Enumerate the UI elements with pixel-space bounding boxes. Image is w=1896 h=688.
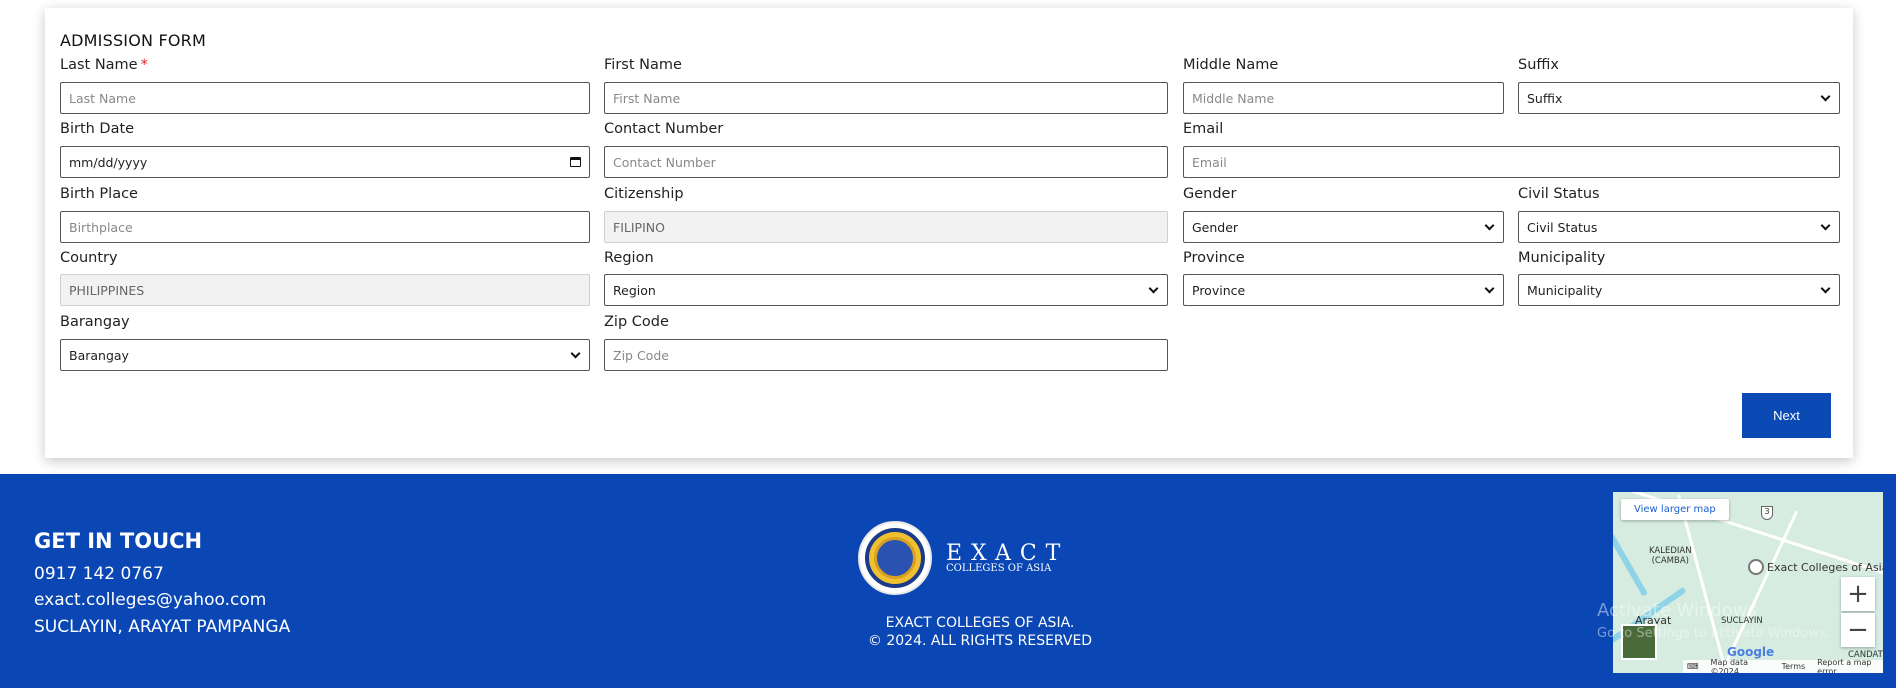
citizenship-input: FILIPINO <box>604 211 1168 243</box>
map-place-kaledian: KALEDIAN (CAMBA) <box>1649 546 1692 566</box>
municipality-select[interactable]: Municipality <box>1518 274 1840 306</box>
chevron-down-icon <box>1484 283 1495 293</box>
keyboard-icon[interactable]: ⌨ <box>1687 662 1699 671</box>
suffix-label: Suffix <box>1518 57 1559 73</box>
next-button[interactable]: Next <box>1742 393 1831 438</box>
middle-name-label: Middle Name <box>1183 57 1279 73</box>
first-name-input[interactable]: First Name <box>604 82 1168 114</box>
activate-windows-title: Activate Windows <box>1597 600 1757 621</box>
municipality-label: Municipality <box>1518 250 1606 266</box>
copyright-line-2: © 2024. ALL RIGHTS RESERVED <box>867 633 1093 649</box>
embedded-map[interactable]: View larger map 3 KALEDIAN (CAMBA) Exact… <box>1613 492 1883 673</box>
last-name-label: Last Name * <box>60 57 148 73</box>
footer-phone: 0917 142 0767 <box>34 564 164 584</box>
footer <box>0 474 1896 688</box>
suffix-select[interactable]: Suffix <box>1518 82 1840 114</box>
location-pin-icon[interactable] <box>1748 559 1764 575</box>
municipality-selected: Municipality <box>1527 282 1603 298</box>
logo-subtitle: COLLEGES OF ASIA <box>946 563 1052 574</box>
chevron-down-icon <box>1820 91 1831 101</box>
required-mark: * <box>140 57 148 73</box>
birth-place-label: Birth Place <box>60 186 138 202</box>
region-select[interactable]: Region <box>604 274 1168 306</box>
map-place-exact: Exact Colleges of Asia <box>1767 561 1883 574</box>
map-report-link[interactable]: Report a map error <box>1817 658 1883 674</box>
last-name-input[interactable]: Last Name <box>60 82 590 114</box>
first-name-label: First Name <box>604 57 682 73</box>
suffix-selected: Suffix <box>1527 90 1563 106</box>
view-larger-map-link[interactable]: View larger map <box>1621 499 1729 520</box>
get-in-touch-heading: GET IN TOUCH <box>34 529 203 553</box>
province-label: Province <box>1183 250 1245 266</box>
map-attribution: ⌨ Map data ©2024 Terms Report a map erro… <box>1683 657 1883 674</box>
chevron-down-icon <box>1820 283 1831 293</box>
civil-status-selected: Civil Status <box>1527 219 1598 235</box>
copyright-line-1: EXACT COLLEGES OF ASIA. <box>885 615 1075 631</box>
country-label: Country <box>60 250 118 266</box>
footer-email[interactable]: exact.colleges@yahoo.com <box>34 590 266 610</box>
middle-name-input[interactable]: Middle Name <box>1183 82 1504 114</box>
gender-selected: Gender <box>1192 219 1239 235</box>
calendar-icon[interactable] <box>570 157 581 167</box>
college-seal-logo <box>858 521 932 595</box>
citizenship-label: Citizenship <box>604 186 684 202</box>
contact-number-label: Contact Number <box>604 121 724 137</box>
barangay-select[interactable]: Barangay <box>60 339 590 371</box>
email-input[interactable]: Email <box>1183 146 1840 178</box>
gender-select[interactable]: Gender <box>1183 211 1504 243</box>
province-select[interactable]: Province <box>1183 274 1504 306</box>
zip-code-label: Zip Code <box>604 314 669 330</box>
gender-label: Gender <box>1183 186 1237 202</box>
birth-date-value: mm/dd/yyyy <box>69 154 148 170</box>
birth-date-input[interactable]: mm/dd/yyyy <box>60 146 590 178</box>
zoom-out-button[interactable]: − <box>1841 613 1875 647</box>
map-terms-link[interactable]: Terms <box>1782 662 1806 671</box>
civil-status-label: Civil Status <box>1518 186 1600 202</box>
region-selected: Region <box>613 282 656 298</box>
route-shield-icon: 3 <box>1761 506 1773 520</box>
birth-date-label: Birth Date <box>60 121 135 137</box>
zip-code-input[interactable]: Zip Code <box>604 339 1168 371</box>
country-input: PHILIPPINES <box>60 274 590 306</box>
zoom-in-button[interactable]: + <box>1841 577 1875 611</box>
chevron-down-icon <box>570 348 581 358</box>
civil-status-select[interactable]: Civil Status <box>1518 211 1840 243</box>
activate-windows-subtitle: Go to Settings to activate Windows. <box>1597 626 1830 641</box>
form-title: ADMISSION FORM <box>60 31 206 50</box>
chevron-down-icon <box>1148 283 1159 293</box>
province-selected: Province <box>1192 282 1246 298</box>
email-label: Email <box>1183 121 1224 137</box>
map-river <box>1613 533 1649 597</box>
barangay-selected: Barangay <box>69 347 129 363</box>
contact-number-input[interactable]: Contact Number <box>604 146 1168 178</box>
region-label: Region <box>604 250 654 266</box>
birth-place-input[interactable]: Birthplace <box>60 211 590 243</box>
chevron-down-icon <box>1820 220 1831 230</box>
map-data-text: Map data ©2024 <box>1710 657 1748 674</box>
chevron-down-icon <box>1484 220 1495 230</box>
footer-address: SUCLAYIN, ARAYAT PAMPANGA <box>34 617 291 637</box>
barangay-label: Barangay <box>60 314 130 330</box>
